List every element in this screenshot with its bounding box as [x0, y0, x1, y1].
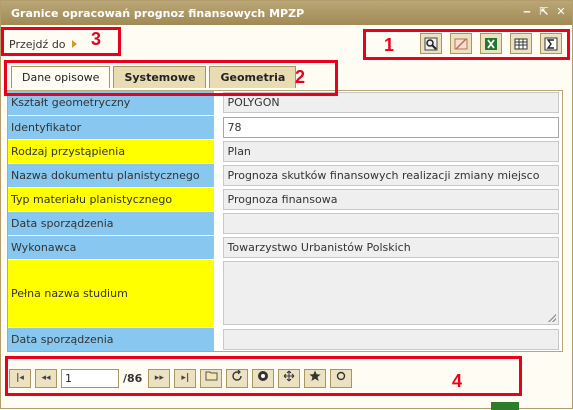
table-row: Rodzaj przystąpienia Plan [8, 139, 562, 164]
attributes-panel: Kształt geometryczny POLYGON Identyfikat… [7, 90, 563, 352]
annotation-label-4: 4 [452, 371, 463, 391]
detach-icon[interactable]: ⇱ [539, 6, 549, 18]
row-label: Identyfikator [8, 115, 215, 140]
document-name-field[interactable]: Prognoza skutków finansowych realizacji … [222, 164, 559, 186]
annotation-label-2: 2 [295, 67, 306, 87]
table-row: Data sporządzenia [8, 211, 562, 236]
table-row: Wykonawca Towarzystwo Urbanistów Polskic… [8, 235, 562, 260]
table-row: Typ materiału planistycznego Prognoza fi… [8, 187, 562, 212]
table-row: Pełna nazwa studium [8, 259, 562, 328]
annotation-box-4 [5, 356, 522, 396]
title-bar[interactable]: Granice opracowań prognoz finansowych MP… [1, 1, 572, 25]
attributes-table: Kształt geometryczny POLYGON Identyfikat… [8, 91, 562, 351]
table-row: Data sporządzenia [8, 327, 562, 351]
minimize-icon[interactable]: ‒ [522, 6, 532, 18]
table-row: Nazwa dokumentu planistycznego Prognoza … [8, 163, 562, 188]
annotation-box-3 [1, 27, 121, 56]
row-label: Data sporządzenia [8, 327, 215, 351]
window-title: Granice opracowań prognoz finansowych MP… [11, 7, 305, 20]
contractor-field[interactable]: Towarzystwo Urbanistów Polskich [222, 236, 559, 258]
window-controls: ‒ ⇱ ✕ [522, 6, 566, 18]
close-icon[interactable]: ✕ [556, 6, 566, 18]
annotation-box-2 [4, 60, 338, 96]
identifier-field[interactable]: 78 [222, 116, 559, 138]
row-label: Data sporządzenia [8, 211, 215, 236]
table-row: Identyfikator 78 [8, 115, 562, 140]
material-type-field[interactable]: Prognoza finansowa [222, 188, 559, 210]
row-label: Nazwa dokumentu planistycznego [8, 163, 215, 188]
row-label: Wykonawca [8, 235, 215, 260]
annotation-label-1: 1 [384, 35, 395, 55]
date-field-2[interactable] [222, 328, 559, 350]
window: Granice opracowań prognoz finansowych MP… [0, 0, 573, 410]
annotation-label-3: 3 [91, 29, 102, 49]
accession-type-field[interactable]: Plan [222, 140, 559, 162]
row-label: Pełna nazwa studium [8, 259, 215, 328]
study-name-textarea[interactable] [222, 261, 559, 325]
date-field[interactable] [222, 212, 559, 234]
row-label: Typ materiału planistycznego [8, 187, 215, 212]
resize-grip-icon[interactable] [548, 314, 556, 322]
row-label: Rodzaj przystąpienia [8, 139, 215, 164]
annotation-box-1 [363, 29, 570, 60]
